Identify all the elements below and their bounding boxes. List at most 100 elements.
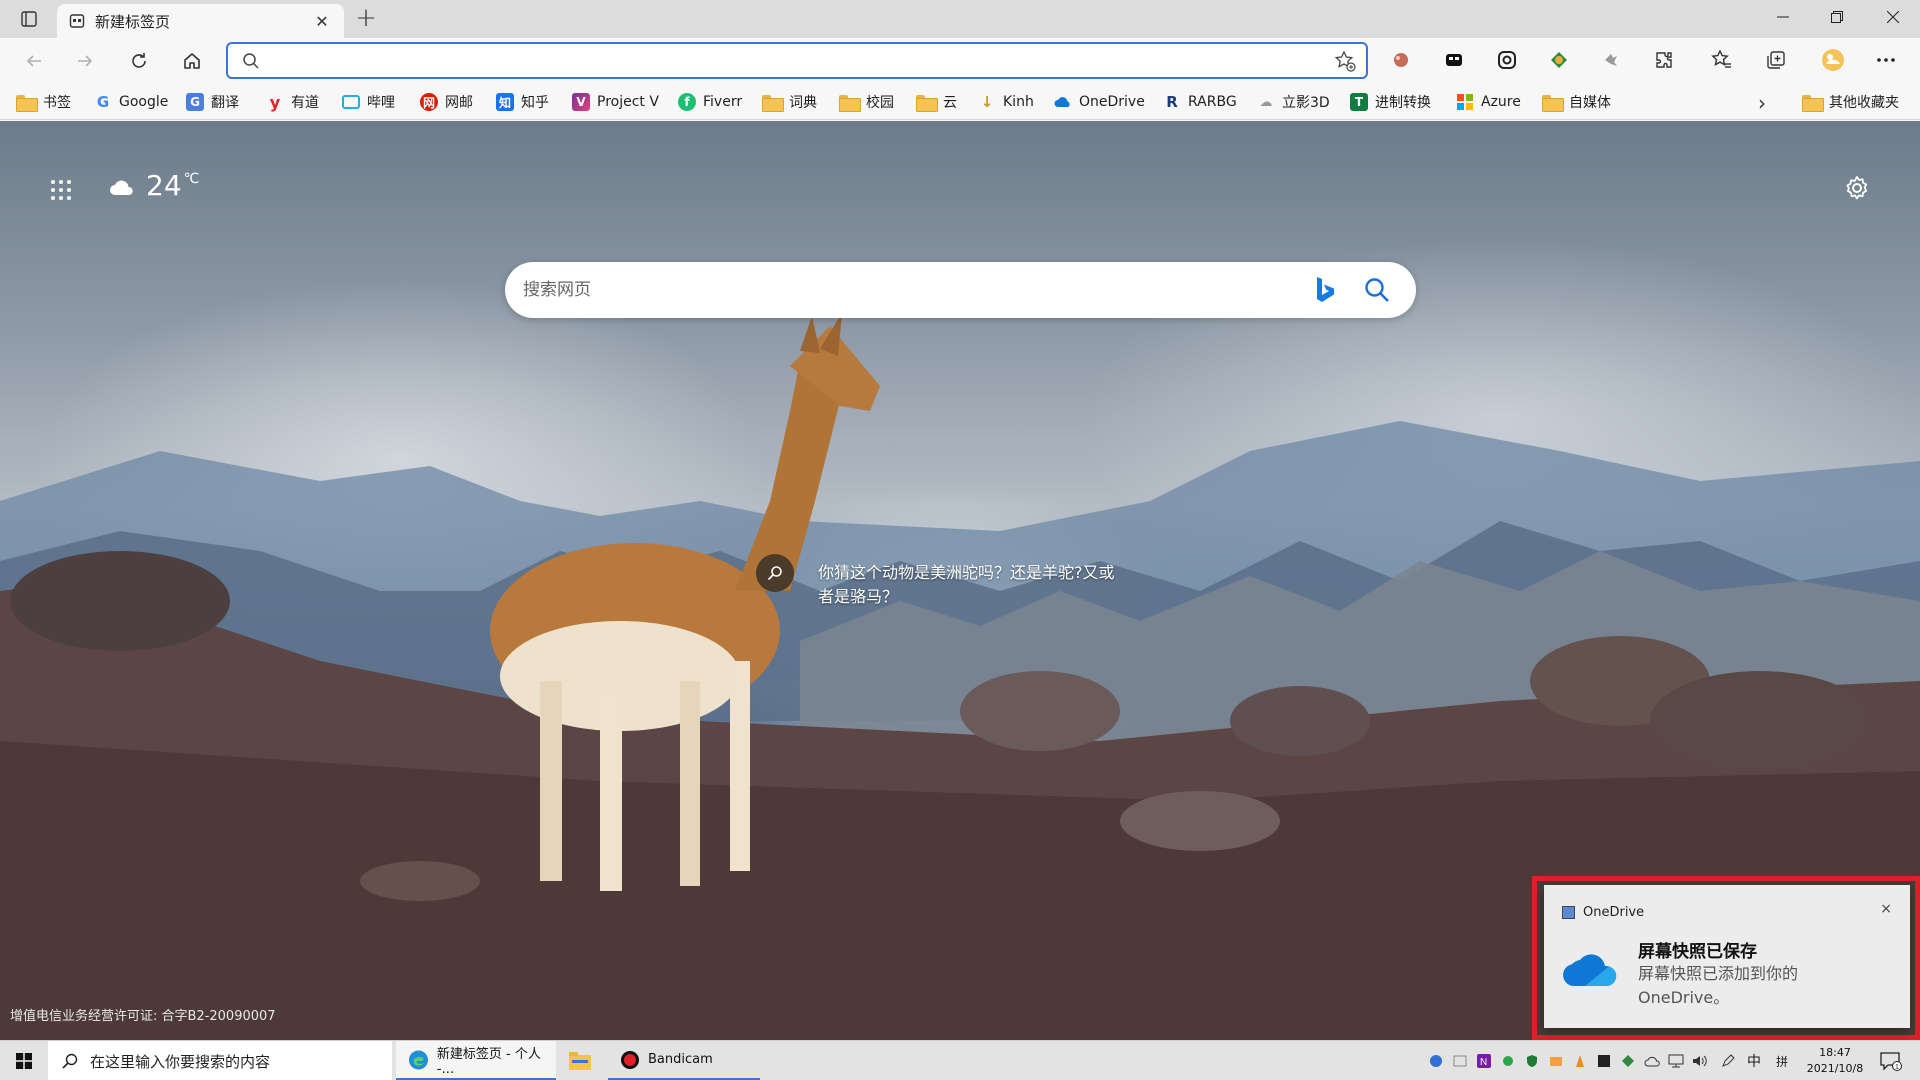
address-bar[interactable] (226, 42, 1368, 79)
image-hotspot-button[interactable] (756, 554, 794, 592)
network-icon[interactable] (1668, 1053, 1684, 1069)
extension-2-icon[interactable] (1441, 47, 1467, 73)
bookmark-converter[interactable]: T 进制转换 (1350, 91, 1431, 113)
bookmark-label: 网邮 (445, 95, 473, 111)
tray-app-6-icon[interactable] (1596, 1053, 1612, 1069)
action-center-button[interactable]: 1 (1880, 1051, 1902, 1075)
taskbar-app-bandicam[interactable]: Bandicam (608, 1041, 760, 1080)
tab-new-tab[interactable]: 新建标签页 ✕ (57, 4, 344, 38)
new-tab-button[interactable]: + (352, 5, 380, 32)
bookmark-label: Project V (597, 94, 659, 110)
extensions-icon[interactable] (1651, 47, 1677, 73)
bookmark-label: 哔哩 (367, 95, 395, 111)
taskbar-app-edge[interactable]: 新建标签页 - 个人 -... (396, 1041, 556, 1080)
taskbar-app-file-explorer[interactable] (556, 1041, 606, 1080)
restore-button[interactable] (1810, 0, 1864, 34)
bookmark-kinh[interactable]: ↓ Kinh (978, 91, 1034, 113)
ime-mode-indicator[interactable]: 拼 (1774, 1053, 1790, 1069)
image-caption[interactable]: 你猜这个动物是美洲驼吗？还是羊驼?又或者是骆马？ (818, 561, 1118, 609)
tab-actions-button[interactable] (12, 8, 46, 30)
refresh-button[interactable] (122, 44, 156, 78)
onedrive-cloud-icon (1563, 954, 1617, 986)
home-button[interactable] (175, 44, 209, 78)
bookmark-google[interactable]: G Google (94, 91, 169, 113)
taskbar-search-box[interactable]: 在这里输入你要搜索的内容 (48, 1041, 392, 1080)
start-button[interactable] (0, 1041, 48, 1080)
onenote-icon[interactable]: N (1476, 1053, 1492, 1069)
bookmark-onedrive[interactable]: OneDrive (1054, 91, 1145, 113)
bookmark-fiverr[interactable]: f Fiverr (678, 91, 742, 113)
bookmark-label: 校园 (866, 95, 894, 111)
bandicam-icon (621, 1050, 639, 1069)
address-input[interactable] (278, 50, 1278, 72)
bing-icon[interactable] (1314, 276, 1336, 304)
onedrive-tray-icon[interactable] (1644, 1053, 1660, 1069)
more-bookmarks-chevron-icon[interactable]: › (1758, 91, 1766, 115)
app-launcher-icon[interactable] (50, 179, 72, 205)
search-button[interactable] (1361, 274, 1393, 306)
tray-app-2-icon[interactable] (1452, 1053, 1468, 1069)
bookmark-folder-cloud[interactable]: 云 (916, 91, 957, 113)
bookmark-azure[interactable]: Azure (1456, 91, 1521, 113)
refresh-icon (132, 53, 146, 68)
notification-close-icon[interactable]: × (1880, 901, 1892, 917)
bookmark-label: 词典 (789, 95, 817, 111)
clock-time: 18:47 (1819, 1046, 1851, 1059)
translate-icon: G (186, 93, 204, 111)
pen-icon[interactable] (1720, 1053, 1736, 1069)
bookmark-translate[interactable]: G 翻译 (186, 91, 239, 113)
more-options-icon[interactable] (1873, 47, 1899, 73)
forward-button[interactable] (68, 44, 102, 78)
settings-gear-icon[interactable] (1844, 175, 1870, 205)
tray-app-7-icon[interactable] (1620, 1053, 1636, 1069)
bookmark-bilibili[interactable]: 哔哩 (342, 91, 395, 113)
search-icon (243, 53, 259, 69)
close-tab-icon[interactable]: ✕ (312, 12, 332, 31)
bookmark-label: 其他收藏夹 (1829, 95, 1899, 111)
bookmark-folder-dictionary[interactable]: 词典 (762, 91, 817, 113)
web-search-input[interactable] (523, 276, 1303, 304)
ime-language-indicator[interactable]: 中 (1746, 1053, 1762, 1070)
bookmark-liying-3d[interactable]: ☁ 立影3D (1257, 91, 1330, 113)
bookmark-zhihu[interactable]: 知知乎 (496, 91, 549, 113)
add-favorite-icon[interactable] (1334, 50, 1356, 72)
bookmark-label: 翻译 (211, 95, 239, 111)
bookmark-youdao[interactable]: y 有道 (266, 91, 319, 113)
close-window-button[interactable] (1866, 0, 1920, 34)
clock[interactable]: 18:47 2021/10/8 (1800, 1045, 1870, 1077)
profile-avatar-icon[interactable] (1820, 47, 1846, 73)
bookmark-folder-bookmarks[interactable]: 书签 (16, 91, 71, 113)
new-tab-page-icon (69, 14, 85, 28)
taskbar-search-text: 在这里输入你要搜索的内容 (90, 1052, 271, 1071)
security-shield-icon[interactable] (1524, 1053, 1540, 1069)
bookmark-label: Fiverr (703, 94, 743, 110)
bookmark-folder-campus[interactable]: 校园 (839, 91, 894, 113)
folder-icon (1802, 94, 1824, 112)
tray-app-5-icon[interactable] (1572, 1053, 1588, 1069)
bookmark-project-v[interactable]: V Project V (572, 91, 659, 113)
extension-5-icon[interactable] (1598, 47, 1624, 73)
tray-app-1-icon[interactable] (1428, 1053, 1444, 1069)
extension-3-icon[interactable] (1494, 47, 1520, 73)
tray-app-4-icon[interactable] (1548, 1053, 1564, 1069)
bookmark-folder-other[interactable]: 其他收藏夹 (1802, 91, 1899, 113)
bookmark-folder-media[interactable]: 自媒体 (1542, 91, 1611, 113)
onedrive-notification[interactable]: OneDrive × 屏幕快照已保存 屏幕快照已添加到你的 OneDrive。 (1544, 885, 1910, 1028)
bookmark-netease-mail[interactable]: 网网邮 (420, 91, 473, 113)
extension-1-icon[interactable] (1388, 47, 1414, 73)
extension-4-icon[interactable] (1546, 47, 1572, 73)
minimize-button[interactable] (1756, 0, 1810, 34)
notification-title: 屏幕快照已保存 (1638, 942, 1757, 962)
weather-widget[interactable]: 24 ℃ (108, 169, 199, 203)
converter-icon: T (1350, 93, 1368, 111)
bookmark-rarbg[interactable]: R RARBG (1163, 91, 1236, 113)
tray-app-3-icon[interactable] (1500, 1053, 1516, 1069)
taskbar-app-label: Bandicam (648, 1052, 713, 1067)
volume-icon[interactable] (1692, 1053, 1708, 1069)
web-search-box[interactable] (505, 262, 1416, 318)
tab-strip: 新建标签页 ✕ + (0, 0, 1920, 38)
back-button[interactable] (17, 44, 51, 78)
zhihu-icon: 知 (496, 93, 514, 111)
favorites-icon[interactable] (1709, 47, 1735, 73)
collections-icon[interactable] (1763, 47, 1789, 73)
